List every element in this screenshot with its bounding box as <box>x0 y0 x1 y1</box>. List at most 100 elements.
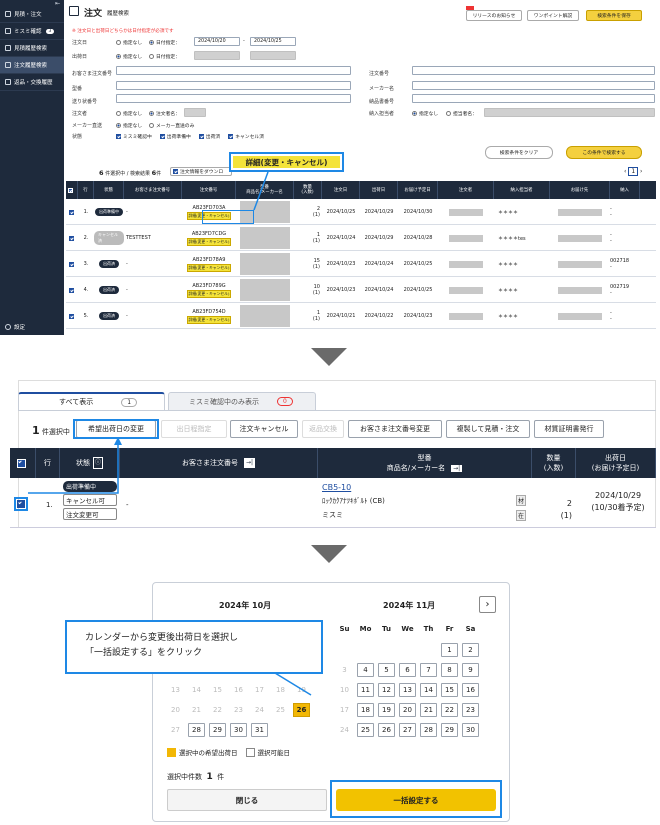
calendar-day-oct[interactable]: 28 <box>188 723 205 737</box>
calendar-day-oct[interactable]: 26 <box>293 703 310 717</box>
calendar-day-nov[interactable]: 16 <box>462 683 479 697</box>
action-button[interactable]: 注文キャンセル <box>230 420 298 438</box>
maker-direct-only-radio[interactable]: メーカー直送のみ <box>149 122 194 129</box>
save-search-button[interactable]: 検索条件を保存 <box>586 10 642 21</box>
calendar-day-nov[interactable]: 14 <box>420 683 437 697</box>
calendar-day-oct[interactable]: 31 <box>251 723 268 737</box>
status-checkbox[interactable]: ミスミ確認中 <box>116 133 152 140</box>
detail-button[interactable]: 詳細(変更・キャンセル) <box>186 237 232 246</box>
calendar-day-nov[interactable]: 27 <box>399 723 416 737</box>
orderer-name-radio[interactable]: 注文者名： <box>149 110 180 117</box>
calendar-day-nov[interactable]: 6 <box>399 663 416 677</box>
release-notes-button[interactable]: リリースのお知らせ <box>466 10 522 21</box>
chevron-right-icon[interactable]: › <box>479 596 496 613</box>
calendar-day-nov[interactable]: 2 <box>462 643 479 657</box>
ship-date-none-radio[interactable]: 指定なし <box>116 53 142 60</box>
status-checkbox[interactable]: 出荷準備中 <box>159 133 191 140</box>
order-date-spec-radio[interactable]: 日付指定： <box>149 39 180 46</box>
calendar-day-nov[interactable]: 28 <box>420 723 437 737</box>
receiver-none-radio[interactable]: 指定なし <box>412 110 438 117</box>
maker-direct-none-radio[interactable]: 指定なし <box>116 122 142 129</box>
row-checkbox[interactable] <box>66 251 78 277</box>
calendar-day-nov[interactable]: 1 <box>441 643 458 657</box>
tracking-input[interactable] <box>116 94 351 103</box>
action-button[interactable]: お客さま注文番号変更 <box>348 420 442 438</box>
orderer-name-input[interactable] <box>184 108 206 117</box>
sidebar-item[interactable]: 見積・注文 <box>0 6 64 23</box>
apply-all-button[interactable]: 一括設定する <box>336 789 496 811</box>
action-button[interactable]: 返品交換 <box>302 420 344 438</box>
calendar-day-nov[interactable]: 18 <box>357 703 374 717</box>
qty: 1 (1) <box>312 310 320 322</box>
calendar-day-nov[interactable]: 5 <box>378 663 395 677</box>
tab-misumi-only[interactable]: ミスミ確認中のみ表示 0 <box>168 392 316 410</box>
delivery-no-input[interactable] <box>412 94 655 103</box>
action-button[interactable]: 出日程指定 <box>161 420 227 438</box>
sidebar-settings[interactable]: 設定 <box>5 323 25 331</box>
calendar-day-nov[interactable]: 4 <box>357 663 374 677</box>
calendar-day-nov[interactable]: 9 <box>462 663 479 677</box>
ship-date-to-input[interactable] <box>250 51 296 60</box>
download-button[interactable]: 注文情報をダウンロ <box>170 167 232 176</box>
status-checkbox[interactable]: 出荷済 <box>198 133 220 140</box>
sort-icon[interactable]: →| <box>243 458 256 468</box>
material-badge[interactable]: 材 <box>516 495 527 506</box>
calendar-day-nov[interactable]: 22 <box>441 703 458 717</box>
calendar-day-nov[interactable]: 8 <box>441 663 458 677</box>
calendar-day-nov[interactable]: 15 <box>441 683 458 697</box>
calendar-day-nov[interactable]: 12 <box>378 683 395 697</box>
action-button[interactable]: 材質証明書発行 <box>534 420 604 438</box>
row-checkbox[interactable] <box>66 277 78 303</box>
calendar-day-nov[interactable]: 19 <box>378 703 395 717</box>
status-checkbox[interactable]: キャンセル済 <box>228 133 264 140</box>
calendar-day-nov[interactable]: 29 <box>441 723 458 737</box>
maker-name-input[interactable] <box>412 81 655 90</box>
sidebar-item[interactable]: 注文履歴検索 <box>0 57 64 74</box>
clear-search-button[interactable]: 検索条件をクリア <box>485 146 553 159</box>
row-checkbox[interactable] <box>66 199 78 225</box>
page-number[interactable]: 1 <box>628 167 639 176</box>
customer-order-input[interactable] <box>116 66 351 75</box>
sidebar-item[interactable]: 返品・交換履歴 <box>0 74 64 91</box>
stock-badge[interactable]: 在 <box>516 510 527 521</box>
calendar-day-nov[interactable]: 7 <box>420 663 437 677</box>
calendar-day-oct[interactable]: 27 <box>167 723 184 737</box>
tab-all[interactable]: すべて表示 1 <box>18 392 165 410</box>
order-date-from-input[interactable]: 2024/10/20 <box>194 37 240 46</box>
calendar-day-nov[interactable]: 26 <box>378 723 395 737</box>
search-button[interactable]: この条件で検索する <box>566 146 642 159</box>
calendar-day-nov[interactable]: 23 <box>462 703 479 717</box>
model-input[interactable] <box>116 81 351 90</box>
calendar-day-nov[interactable]: 30 <box>462 723 479 737</box>
orderer-redacted <box>438 303 494 329</box>
select-all-checkbox[interactable] <box>68 187 73 193</box>
onepoint-guide-button[interactable]: ワンポイント解説 <box>527 10 579 21</box>
row-checkbox[interactable] <box>66 303 78 329</box>
receiver-name-radio[interactable]: 担当者名： <box>446 110 477 117</box>
calendar-day-nov[interactable]: 13 <box>399 683 416 697</box>
calendar-day-nov[interactable]: 11 <box>357 683 374 697</box>
change-possible[interactable]: 注文変更可 <box>63 508 117 520</box>
calendar-day-nov[interactable]: 25 <box>357 723 374 737</box>
detail-button[interactable]: 詳細(変更・キャンセル) <box>186 289 232 298</box>
sort-icon[interactable]: →| <box>451 464 463 472</box>
ship-date-spec-radio[interactable]: 日付指定： <box>149 53 180 60</box>
ship-date-from-input[interactable] <box>194 51 240 60</box>
detail-button[interactable]: 詳細(変更・キャンセル) <box>186 315 232 324</box>
close-button[interactable]: 閉じる <box>167 789 327 811</box>
row-checkbox[interactable] <box>66 225 78 251</box>
order-no-input[interactable] <box>412 66 655 75</box>
calendar-day-nov[interactable]: 21 <box>420 703 437 717</box>
sidebar-item[interactable]: 見積履歴検索 <box>0 40 64 57</box>
action-button[interactable]: 複製して見積・注文 <box>446 420 530 438</box>
calendar-day-oct[interactable]: 30 <box>230 723 247 737</box>
calendar-day-nov[interactable]: 20 <box>399 703 416 717</box>
detail-button[interactable]: 詳細(変更・キャンセル) <box>186 263 232 272</box>
order-date-to-input[interactable]: 2024/10/25 <box>250 37 296 46</box>
sidebar-item[interactable]: ミスミ確認 3 <box>0 23 64 40</box>
row-model-link[interactable]: CB5-10 <box>322 483 351 492</box>
orderer-none-radio[interactable]: 指定なし <box>116 110 142 117</box>
calendar-day-oct[interactable]: 29 <box>209 723 226 737</box>
order-date-none-radio[interactable]: 指定なし <box>116 39 142 46</box>
receiver-name-input[interactable] <box>484 108 655 117</box>
